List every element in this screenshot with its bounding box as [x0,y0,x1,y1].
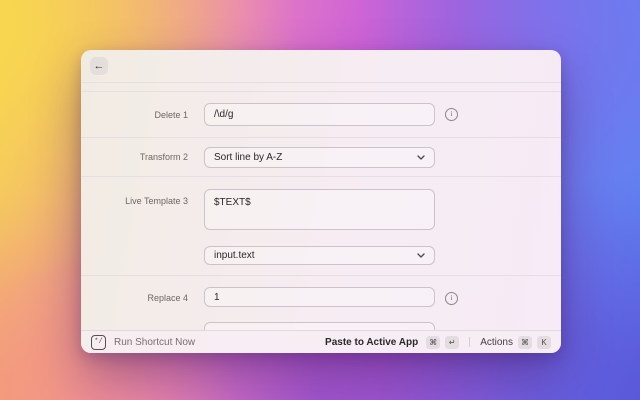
window-header: ← [81,50,561,83]
select-value: Sort line by A-Z [214,151,283,163]
back-arrow-icon: ← [93,60,105,72]
field-label: Delete 1 [154,109,188,120]
replace-input[interactable]: 1 [204,287,435,307]
field-label: Live Template 3 [125,196,188,206]
k-key-icon: K [537,335,551,349]
info-icon[interactable]: i [445,108,458,121]
form-row-live-template: Live Template 3 $TEXT$ input.text [81,177,561,276]
delete-pattern-input[interactable]: /\d/g [204,103,435,126]
shortcut-editor-window: ← Delete 1 /\d/g i Transform 2 Sort line… [81,50,561,353]
live-template-textarea[interactable]: $TEXT$ [204,189,435,230]
return-key-icon: ↵ [445,335,460,349]
back-button[interactable]: ← [90,57,108,75]
info-icon[interactable]: i [445,292,458,305]
action-bar: */ Run Shortcut Now Paste to Active App … [81,330,561,353]
form-row-delete: Delete 1 /\d/g i [81,92,561,138]
shortcut-app-icon: */ [91,334,106,350]
footer-divider [469,337,471,347]
input-source-select[interactable]: input.text [204,246,435,265]
input-value: /\d/g [214,109,234,120]
chevron-down-icon [417,154,425,160]
scrolled-row-sliver [81,83,561,92]
form-row-transform: Transform 2 Sort line by A-Z [81,138,561,177]
field-label: Replace 4 [147,293,188,303]
clipped-next-field [204,322,435,330]
transform-select[interactable]: Sort line by A-Z [204,146,435,168]
run-shortcut-now-label[interactable]: Run Shortcut Now [114,337,195,348]
input-value: 1 [214,291,220,303]
form-row-replace: Replace 4 1 i [81,276,561,330]
actions-button[interactable]: Actions [480,337,513,348]
textarea-value: $TEXT$ [214,197,251,208]
select-value: input.text [214,250,255,261]
field-label: Transform 2 [139,152,188,162]
chevron-down-icon [417,253,425,258]
paste-to-active-app-button[interactable]: Paste to Active App [325,337,418,348]
cmd-key-icon: ⌘ [426,335,441,349]
cmd-key-icon: ⌘ [518,335,532,349]
